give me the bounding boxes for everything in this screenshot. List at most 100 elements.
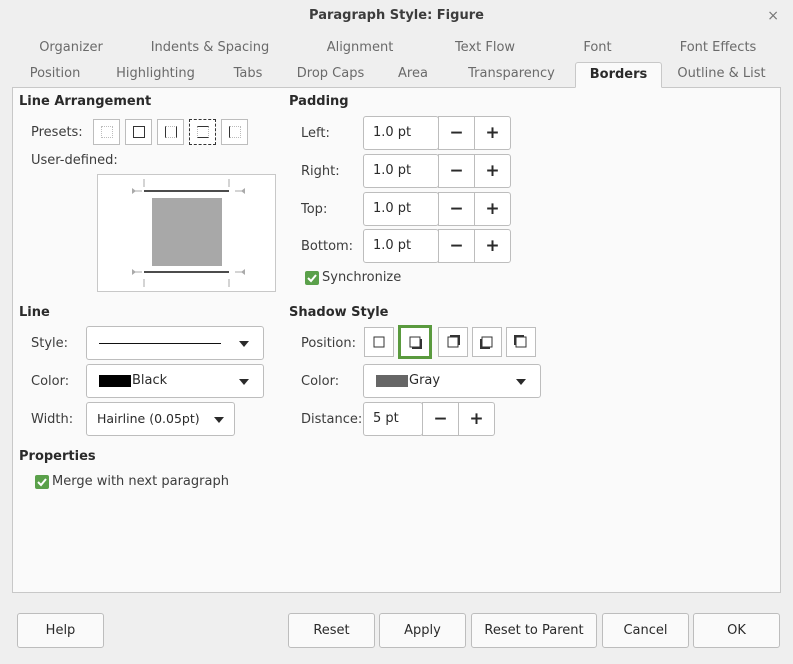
shadow-color-swatch: [376, 375, 408, 387]
chevron-down-icon: [239, 379, 249, 385]
shadow-bottom-left-button[interactable]: [472, 327, 502, 357]
padding-right-decrease-button[interactable]: −: [438, 154, 475, 188]
tab-text-flow[interactable]: Text Flow: [430, 36, 540, 60]
preset-left-border-button[interactable]: [221, 119, 248, 145]
window-title: Paragraph Style: Figure: [309, 8, 484, 23]
shadow-top-right-icon: [447, 335, 460, 348]
close-icon[interactable]: ×: [767, 0, 779, 32]
padding-top-increase-button[interactable]: +: [474, 192, 511, 226]
checkmark-icon: [307, 274, 317, 283]
outer-border-icon: [133, 126, 145, 138]
line-width-dropdown[interactable]: Hairline (0.05pt): [86, 402, 235, 436]
tab-highlighting[interactable]: Highlighting: [98, 62, 213, 87]
borders-panel: Line Arrangement Presets: User-defined:: [12, 88, 781, 593]
shadow-bottom-left-icon: [480, 336, 493, 349]
padding-left-label: Left:: [301, 126, 330, 141]
line-width-value: Hairline (0.05pt): [97, 411, 200, 426]
tab-area[interactable]: Area: [378, 62, 448, 87]
tab-position[interactable]: Position: [12, 62, 98, 87]
shadow-distance-value: 5 pt: [373, 411, 399, 426]
left-border-icon: [229, 126, 241, 138]
shadow-bottom-right-button[interactable]: [398, 325, 432, 359]
shadow-color-value: Gray: [409, 373, 441, 388]
user-defined-border-preview[interactable]: [97, 174, 276, 292]
padding-bottom-value: 1.0 pt: [373, 238, 412, 253]
line-color-dropdown[interactable]: Black: [86, 364, 264, 398]
padding-title: Padding: [289, 94, 349, 109]
shadow-distance-increase-button[interactable]: +: [458, 402, 495, 436]
tab-alignment[interactable]: Alignment: [290, 36, 430, 60]
preset-top-bottom-border-button[interactable]: [189, 119, 216, 145]
no-shadow-icon: [373, 336, 385, 348]
shadow-bottom-right-icon: [409, 336, 422, 349]
line-title: Line: [19, 305, 50, 320]
preset-left-right-border-button[interactable]: [157, 119, 184, 145]
padding-bottom-field[interactable]: 1.0 pt: [363, 229, 439, 263]
chevron-down-icon: [214, 417, 224, 423]
padding-bottom-increase-button[interactable]: +: [474, 229, 511, 263]
padding-bottom-label: Bottom:: [301, 239, 354, 254]
padding-right-increase-button[interactable]: +: [474, 154, 511, 188]
line-style-label: Style:: [31, 336, 69, 351]
chevron-down-icon: [239, 341, 249, 347]
padding-bottom-decrease-button[interactable]: −: [438, 229, 475, 263]
line-arrangement-title: Line Arrangement: [19, 94, 152, 109]
merge-checkbox[interactable]: [35, 475, 49, 489]
preset-outer-border-button[interactable]: [125, 119, 152, 145]
line-color-value: Black: [132, 373, 168, 388]
shadow-top-left-button[interactable]: [506, 327, 536, 357]
apply-button[interactable]: Apply: [379, 613, 466, 648]
solid-line-preview: [99, 343, 221, 344]
line-width-label: Width:: [31, 412, 74, 427]
padding-top-decrease-button[interactable]: −: [438, 192, 475, 226]
shadow-none-button[interactable]: [364, 327, 394, 357]
tab-tabs[interactable]: Tabs: [213, 62, 283, 87]
shadow-style-title: Shadow Style: [289, 305, 389, 320]
padding-left-field[interactable]: 1.0 pt: [363, 116, 439, 150]
padding-right-field[interactable]: 1.0 pt: [363, 154, 439, 188]
shadow-color-label: Color:: [301, 374, 340, 389]
checkmark-icon: [37, 478, 47, 487]
cancel-button[interactable]: Cancel: [602, 613, 689, 648]
shadow-distance-field[interactable]: 5 pt: [363, 402, 423, 436]
padding-right-value: 1.0 pt: [373, 163, 412, 178]
padding-left-increase-button[interactable]: +: [474, 116, 511, 150]
help-button[interactable]: Help: [17, 613, 104, 648]
top-bottom-border-icon: [197, 126, 209, 138]
tab-font-effects[interactable]: Font Effects: [655, 36, 781, 60]
shadow-color-dropdown[interactable]: Gray: [363, 364, 541, 398]
shadow-distance-decrease-button[interactable]: −: [422, 402, 459, 436]
user-defined-label: User-defined:: [31, 153, 118, 168]
tab-outline-list[interactable]: Outline & List: [662, 62, 781, 87]
tab-transparency[interactable]: Transparency: [448, 62, 575, 87]
shadow-top-right-button[interactable]: [438, 327, 468, 357]
tab-organizer[interactable]: Organizer: [12, 36, 130, 60]
line-color-label: Color:: [31, 374, 70, 389]
no-borders-icon: [101, 126, 113, 138]
synchronize-checkbox[interactable]: [305, 271, 319, 285]
tab-row-2: Position Highlighting Tabs Drop Caps Are…: [12, 62, 781, 88]
shadow-position-label: Position:: [301, 336, 356, 351]
tab-font[interactable]: Font: [540, 36, 655, 60]
tab-indents-spacing[interactable]: Indents & Spacing: [130, 36, 290, 60]
padding-right-label: Right:: [301, 164, 340, 179]
properties-title: Properties: [19, 449, 96, 464]
shadow-distance-label: Distance:: [301, 412, 363, 427]
border-preview-graphic: [132, 179, 245, 287]
chevron-down-icon: [516, 379, 526, 385]
line-color-swatch: [99, 375, 131, 387]
left-right-border-icon: [165, 126, 177, 138]
merge-label: Merge with next paragraph: [52, 474, 229, 489]
tab-row-1: Organizer Indents & Spacing Alignment Te…: [12, 36, 781, 60]
tab-drop-caps[interactable]: Drop Caps: [283, 62, 378, 87]
tab-borders[interactable]: Borders: [575, 62, 662, 88]
reset-to-parent-button[interactable]: Reset to Parent: [471, 613, 597, 648]
ok-button[interactable]: OK: [693, 613, 780, 648]
preset-no-borders-button[interactable]: [93, 119, 120, 145]
padding-left-decrease-button[interactable]: −: [438, 116, 475, 150]
padding-left-value: 1.0 pt: [373, 125, 412, 140]
line-style-dropdown[interactable]: [86, 326, 264, 360]
padding-top-field[interactable]: 1.0 pt: [363, 192, 439, 226]
reset-button[interactable]: Reset: [288, 613, 375, 648]
synchronize-label: Synchronize: [322, 270, 402, 285]
